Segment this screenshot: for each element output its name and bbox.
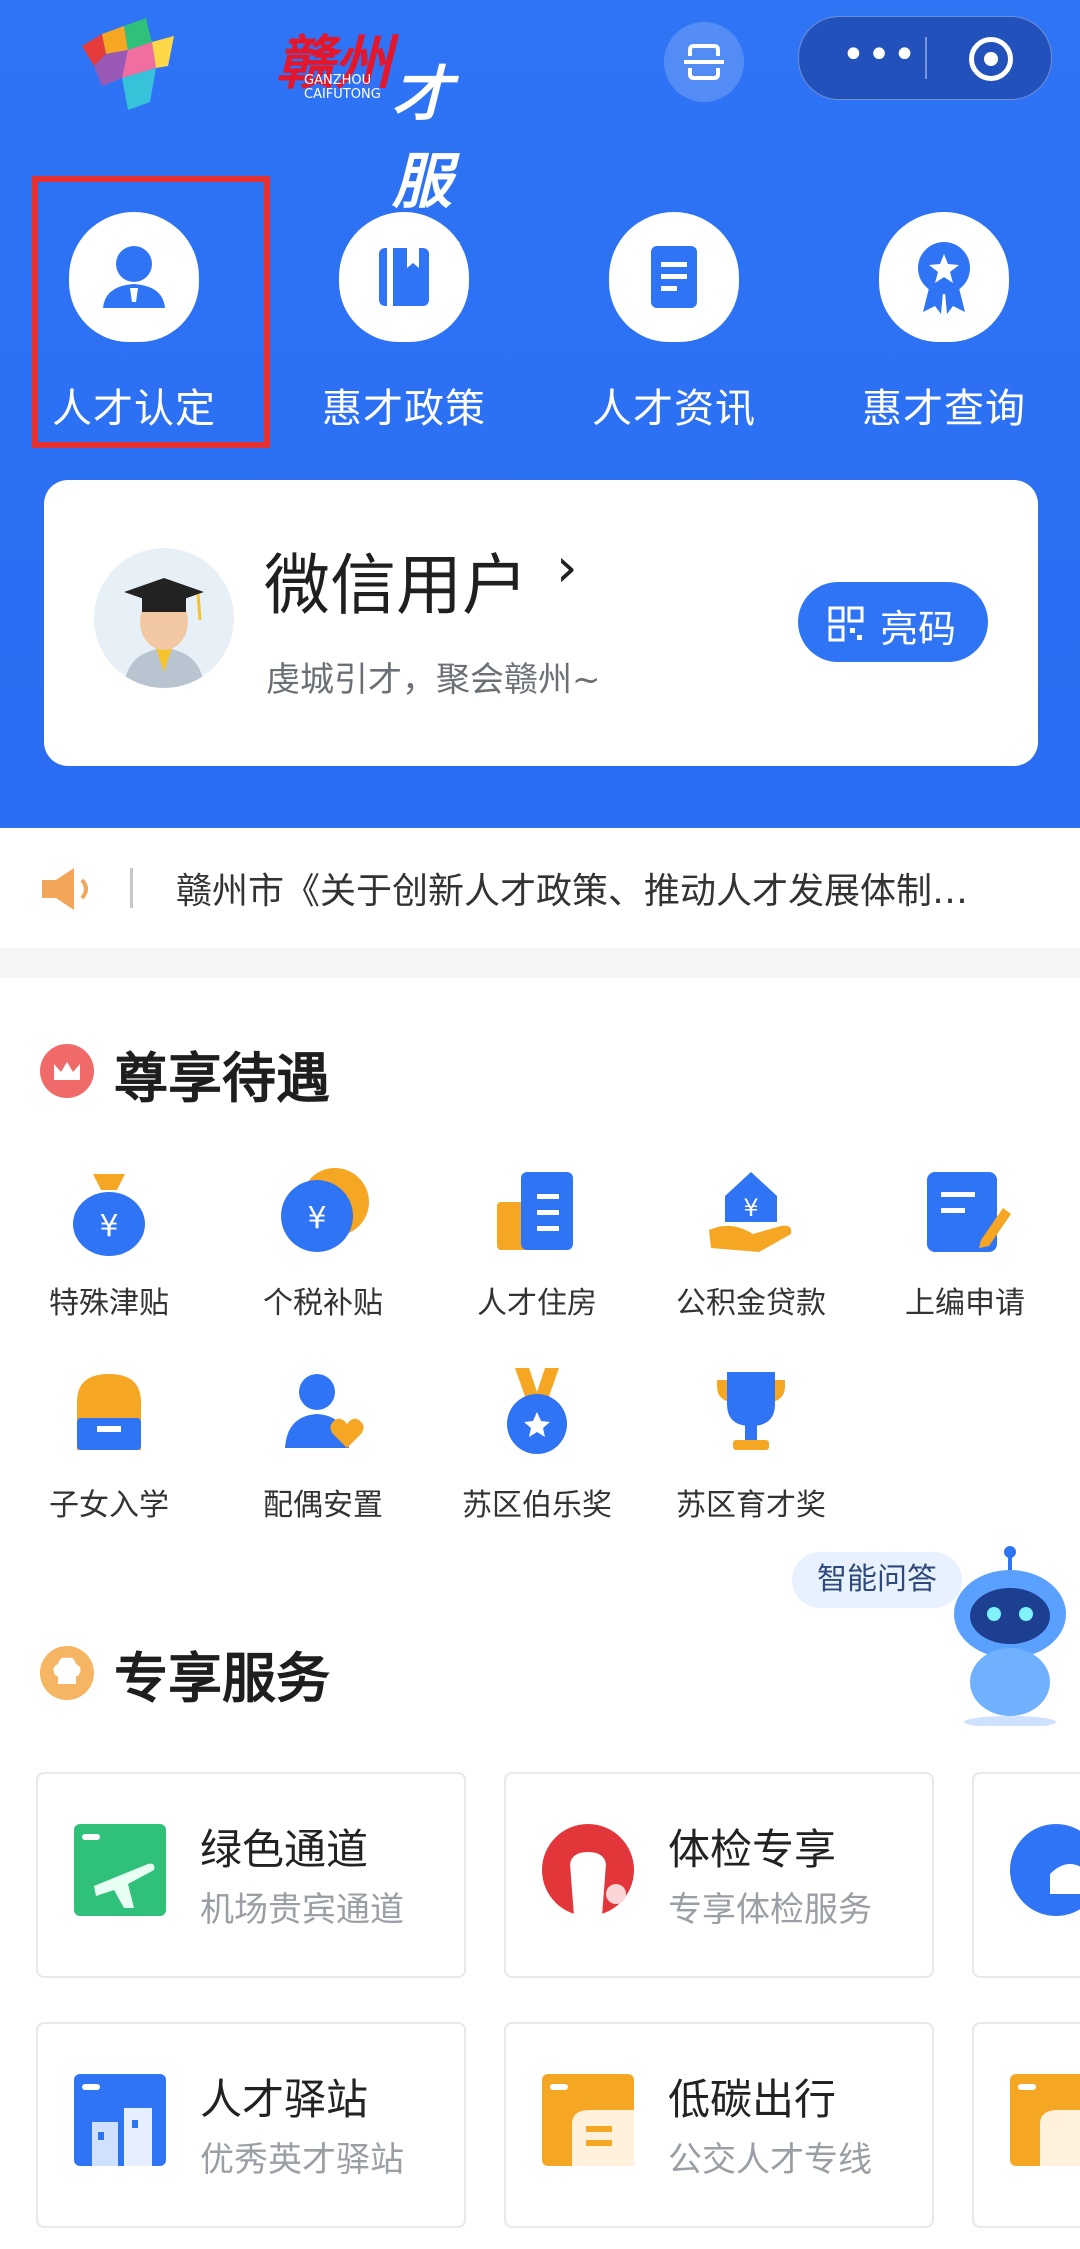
service-title: 绿色通道 [200,1825,369,1874]
hero-header: 赣州 GANZHOU CAIFUTONG 才服通 ••• 人才认定 [0,0,1080,828]
station-icon [74,2074,166,2166]
edit-form-icon [915,1160,1015,1260]
benefit-label: 公积金贷款 [676,1286,826,1321]
svg-text:¥: ¥ [99,1209,118,1244]
qr-code-icon [828,606,864,642]
benefit-housing[interactable]: 人才住房 [432,1160,642,1322]
service-subtitle: 公交人才专线 [668,2140,872,2180]
benefit-label: 配偶安置 [263,1488,383,1523]
service-subtitle: 机场贵宾通道 [200,1890,404,1930]
service-card-low-carbon-travel[interactable]: 低碳出行 公交人才专线 [504,2022,934,2228]
quick-entry-label: 人才资讯 [592,386,756,432]
capsule-divider [925,37,927,79]
building-icon [487,1160,587,1260]
more-button[interactable]: ••• [825,35,935,81]
benefit-label: 子女入学 [49,1488,169,1523]
service-card-health-check[interactable]: 体检专享 专享体检服务 [504,1772,934,1978]
user-card[interactable]: 微信用户 › 虔城引才，聚会赣州~ 亮码 [44,480,1038,766]
quick-entry-news[interactable]: 人才资讯 [574,212,774,434]
show-qr-label: 亮码 [880,607,957,651]
benefit-special-allowance[interactable]: ¥ 特殊津贴 [4,1160,214,1322]
service-card-partial[interactable] [972,2022,1080,2228]
service-card-green-channel[interactable]: 绿色通道 机场贵宾通道 [36,1772,466,1978]
service-title: 人才驿站 [200,2075,369,2124]
benefit-housing-fund-loan[interactable]: ¥ 公积金贷款 [646,1160,856,1322]
user-name[interactable]: 微信用户 [264,532,528,628]
medal-icon [879,212,1009,342]
bus-icon [542,2074,634,2166]
chef-hat-icon [40,1646,94,1700]
show-qr-button[interactable]: 亮码 [798,582,988,662]
logo-pinyin: GANZHOU CAIFUTONG [304,73,381,102]
section-title-benefits: 尊享待遇 [114,1047,330,1110]
close-target-icon[interactable] [969,37,1013,81]
benefit-label: 特殊津贴 [49,1286,169,1321]
money-bag-icon: ¥ [59,1160,159,1260]
benefit-bole-award[interactable]: 苏区伯乐奖 [432,1362,642,1524]
section-title-services: 专享服务 [114,1647,330,1710]
notice-text[interactable]: 赣州市《关于创新人才政策、推动人才发展体制… [176,862,1036,914]
crown-icon [40,1044,94,1098]
benefit-talent-cultivation-award[interactable]: 苏区育才奖 [646,1362,856,1524]
notice-divider [130,868,133,908]
svg-text:¥: ¥ [307,1201,326,1236]
svg-text:¥: ¥ [743,1194,758,1222]
benefit-spouse-placement[interactable]: 配偶安置 [218,1362,428,1524]
highlight-box [32,176,270,448]
book-icon [339,212,469,342]
service-title: 低碳出行 [668,2075,837,2124]
scan-icon [684,44,724,80]
benefit-child-education[interactable]: 子女入学 [4,1362,214,1524]
service-partial-icon [1010,2074,1080,2166]
medal-icon [487,1362,587,1462]
trophy-icon [701,1362,801,1462]
speaker-icon [42,868,88,910]
robot-assistant-icon[interactable] [948,1546,1078,1728]
main-panel: 尊享待遇 ¥ 特殊津贴 ¥ 个税补贴 人才住房 ¥ 公积金贷款 上编申请 子女入… [0,978,1080,2249]
app-logo: 赣州 GANZHOU CAIFUTONG 才服通 [72,6,502,304]
health-icon [542,1824,634,1916]
benefit-tax-subsidy[interactable]: ¥ 个税补贴 [218,1160,428,1322]
service-subtitle: 优秀英才驿站 [200,2140,404,2180]
service-card-talent-station[interactable]: 人才驿站 优秀英才驿站 [36,2022,466,2228]
city-map-icon [82,10,174,110]
backpack-icon [59,1362,159,1462]
benefit-label: 苏区育才奖 [676,1488,826,1523]
service-partial-icon [1010,1824,1080,1916]
benefit-label: 苏区伯乐奖 [462,1488,612,1523]
document-icon [609,212,739,342]
scan-button[interactable] [664,22,744,102]
service-card-partial[interactable] [972,1772,1080,1978]
notice-bar[interactable]: 赣州市《关于创新人才政策、推动人才发展体制… [0,828,1080,948]
house-hand-icon: ¥ [701,1160,801,1260]
chevron-right-icon[interactable]: › [556,536,578,599]
ai-assistant-label[interactable]: 智能问答 [792,1552,962,1608]
service-subtitle: 专享体检服务 [668,1890,872,1930]
avatar[interactable] [94,548,234,688]
benefit-label: 个税补贴 [263,1286,383,1321]
quick-entry-policy[interactable]: 惠才政策 [304,212,504,434]
benefit-label: 人才住房 [477,1286,597,1321]
coin-icon: ¥ [273,1160,373,1260]
benefit-staffing-application[interactable]: 上编申请 [860,1160,1070,1322]
mini-program-capsule: ••• [798,16,1052,100]
quick-entry-query[interactable]: 惠才查询 [844,212,1044,434]
quick-entry-label: 惠才政策 [322,386,486,432]
quick-entry-label: 惠才查询 [862,386,1026,432]
benefit-label: 上编申请 [905,1286,1025,1321]
service-title: 体检专享 [668,1825,837,1874]
plane-icon [74,1824,166,1916]
person-heart-icon [273,1362,373,1462]
user-tagline: 虔城引才，聚会赣州~ [266,660,601,700]
